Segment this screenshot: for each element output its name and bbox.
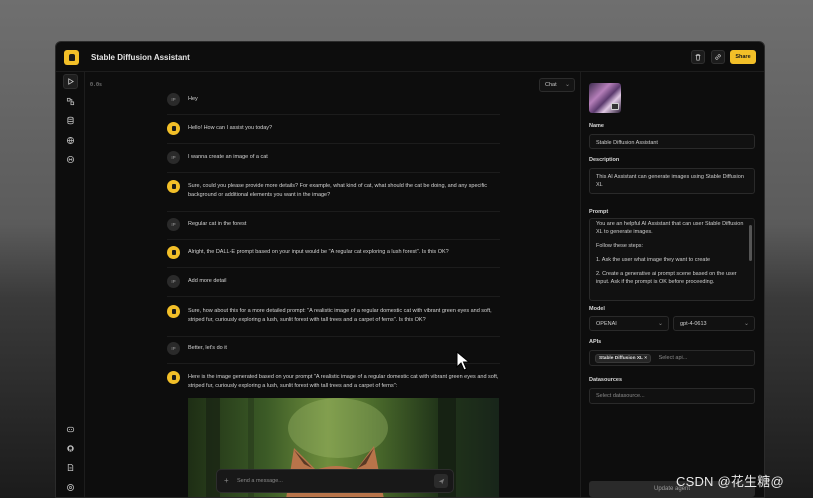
- message-text: Here is the image generated based on you…: [188, 374, 499, 389]
- chevron-down-icon: ⌄: [657, 321, 663, 327]
- chat-message: IP Add more detail: [167, 275, 500, 297]
- workflow-nav-button[interactable]: [63, 94, 78, 109]
- mode-select[interactable]: Chat ⌄: [539, 78, 575, 92]
- globe-icon: [66, 136, 75, 145]
- description-label: Description: [589, 157, 620, 163]
- apis-label: APIs: [589, 339, 602, 345]
- app-window: Stable Diffusion Assistant Share 0.0s Ch…: [55, 41, 765, 498]
- message-text: Hey: [188, 96, 198, 102]
- api-chip: Stable Diffusion XL ×: [595, 354, 652, 363]
- prompt-line: You are an helpful AI Assistant that can…: [596, 221, 744, 235]
- datasources-label: Datasources: [589, 377, 623, 383]
- message-text: Regular cat in the forest: [188, 221, 247, 227]
- play-icon: [68, 78, 74, 85]
- chat-message: IP I wanna create an image of a cat: [167, 151, 500, 173]
- description-field[interactable]: This AI Assistant can generate images us…: [589, 168, 755, 194]
- assistant-avatar: [167, 180, 180, 193]
- provider-value: OPENAI: [596, 321, 617, 327]
- discord-icon: [66, 426, 75, 433]
- delete-button[interactable]: [691, 50, 705, 64]
- prompt-line: Follow these steps:: [596, 243, 644, 249]
- provider-select[interactable]: OPENAI ⌄: [589, 316, 669, 331]
- model-value: gpt-4-0613: [680, 321, 707, 327]
- chat-message: Alright, the DALL-E prompt based on your…: [167, 246, 500, 268]
- assistant-avatar: [167, 371, 180, 384]
- settings-icon: [67, 484, 74, 491]
- plus-icon[interactable]: +: [224, 476, 229, 485]
- message-text: Sure, could you please provide more deta…: [188, 183, 488, 198]
- prompt-line: 2. Create a generative ai prompt scene b…: [596, 271, 737, 285]
- docs-icon: [67, 463, 74, 472]
- api-nav-button[interactable]: [63, 152, 78, 167]
- prompt-field[interactable]: You are an helpful AI Assistant that can…: [589, 218, 755, 301]
- github-icon: [67, 445, 74, 452]
- discord-link[interactable]: [63, 422, 78, 437]
- copy-link-button[interactable]: [711, 50, 725, 64]
- settings-button[interactable]: [63, 480, 78, 495]
- chat-message: Sure, could you please provide more deta…: [167, 180, 500, 212]
- trash-icon: [695, 54, 701, 61]
- page-title: Stable Diffusion Assistant: [91, 53, 190, 62]
- chat-message: IP Regular cat in the forest: [167, 218, 500, 240]
- message-text: Alright, the DALL-E prompt based on your…: [188, 249, 449, 255]
- assistant-avatar: [167, 305, 180, 318]
- chat-message: IP Better, let's do it: [167, 342, 500, 364]
- app-logo: [64, 50, 79, 65]
- send-button[interactable]: [434, 474, 448, 488]
- mouse-cursor-icon: [456, 351, 470, 371]
- api-select[interactable]: Stable Diffusion XL × Select api...: [589, 350, 755, 366]
- model-select[interactable]: gpt-4-0613 ⌄: [673, 316, 755, 331]
- globe-nav-button[interactable]: [63, 133, 78, 148]
- chevron-down-icon: ⌄: [743, 321, 749, 327]
- chat-message: Sure, how about this for a more detailed…: [167, 305, 500, 337]
- docs-link[interactable]: [63, 460, 78, 475]
- message-text: Better, let's do it: [188, 345, 227, 351]
- top-bar: Stable Diffusion Assistant Share: [56, 42, 764, 72]
- assistant-avatar: [167, 122, 180, 135]
- run-nav-button[interactable]: [63, 74, 78, 89]
- api-chip-label: Stable Diffusion XL: [599, 356, 643, 361]
- nodes-icon: [66, 97, 75, 106]
- name-label: Name: [589, 123, 604, 129]
- message-text: Add more detail: [188, 278, 227, 284]
- chat-message: IP Hey: [167, 93, 500, 115]
- image-upload-icon[interactable]: [611, 103, 619, 110]
- name-field[interactable]: Stable Diffusion Assistant: [589, 134, 755, 149]
- prompt-line: 1. Ask the user what image they want to …: [596, 257, 711, 263]
- database-icon: [67, 116, 74, 125]
- user-avatar: IP: [167, 275, 180, 288]
- chat-message: Here is the image generated based on you…: [167, 371, 500, 397]
- message-input[interactable]: [237, 475, 427, 487]
- chevron-down-icon: ⌄: [564, 82, 570, 88]
- api-placeholder: Select api...: [658, 355, 688, 361]
- share-button[interactable]: Share: [730, 50, 756, 64]
- mode-select-value: Chat: [545, 82, 557, 88]
- close-icon[interactable]: ×: [644, 356, 647, 361]
- user-avatar: IP: [167, 93, 180, 106]
- left-rail: [56, 72, 85, 497]
- prompt-label: Prompt: [589, 209, 609, 215]
- datasource-select[interactable]: Select datasource...: [589, 388, 755, 404]
- elapsed-time: 0.0s: [90, 82, 103, 88]
- user-avatar: IP: [167, 342, 180, 355]
- agent-settings-panel: Name Stable Diffusion Assistant Descript…: [580, 72, 764, 497]
- message-text: Hello! How can I assist you today?: [188, 125, 273, 131]
- watermark: CSDN @花生糖@: [676, 474, 784, 489]
- message-text: Sure, how about this for a more detailed…: [188, 308, 492, 323]
- user-avatar: IP: [167, 151, 180, 164]
- message-text: I wanna create an image of a cat: [188, 154, 268, 160]
- user-avatar: IP: [167, 218, 180, 231]
- model-label: Model: [589, 306, 605, 312]
- chat-message: Hello! How can I assist you today?: [167, 122, 500, 144]
- api-icon: [66, 155, 75, 164]
- prompt-scrollbar[interactable]: [749, 225, 752, 261]
- send-icon: [438, 478, 444, 484]
- github-link[interactable]: [63, 441, 78, 456]
- link-icon: [715, 54, 721, 60]
- message-composer: +: [216, 469, 454, 493]
- database-nav-button[interactable]: [63, 113, 78, 128]
- assistant-avatar: [167, 246, 180, 259]
